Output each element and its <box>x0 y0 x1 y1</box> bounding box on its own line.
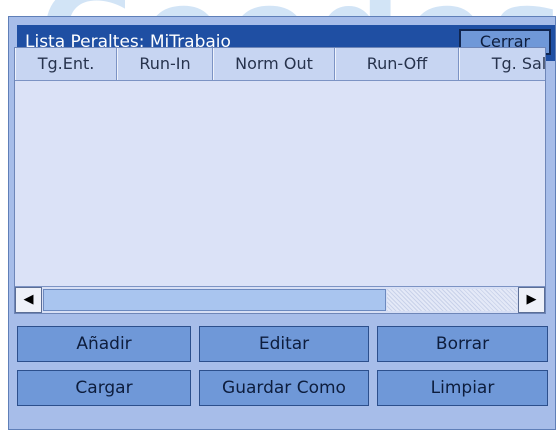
scroll-left-icon[interactable]: ◀ <box>15 287 42 313</box>
scrollbar-track[interactable] <box>387 289 517 311</box>
edit-button[interactable]: Editar <box>199 326 369 362</box>
column-header-run-off[interactable]: Run-Off <box>335 48 459 80</box>
column-header-norm-out[interactable]: Norm Out <box>213 48 335 80</box>
column-header-tg-sal[interactable]: Tg. Sal <box>459 48 545 80</box>
scrollbar-thumb[interactable] <box>43 289 386 311</box>
column-header-run-in[interactable]: Run-In <box>117 48 213 80</box>
load-button[interactable]: Cargar <box>17 370 191 406</box>
add-button[interactable]: Añadir <box>17 326 191 362</box>
column-header-tg-ent[interactable]: Tg.Ent. <box>15 48 117 80</box>
scroll-right-icon[interactable]: ▶ <box>518 287 545 313</box>
superelevation-table[interactable]: Tg.Ent. Run-In Norm Out Run-Off Tg. Sal … <box>14 47 546 314</box>
table-header: Tg.Ent. Run-In Norm Out Run-Off Tg. Sal <box>15 48 545 81</box>
clear-button[interactable]: Limpiar <box>377 370 548 406</box>
save-as-button[interactable]: Guardar Como <box>199 370 369 406</box>
delete-button[interactable]: Borrar <box>377 326 548 362</box>
horizontal-scrollbar[interactable]: ◀ ▶ <box>15 286 545 313</box>
